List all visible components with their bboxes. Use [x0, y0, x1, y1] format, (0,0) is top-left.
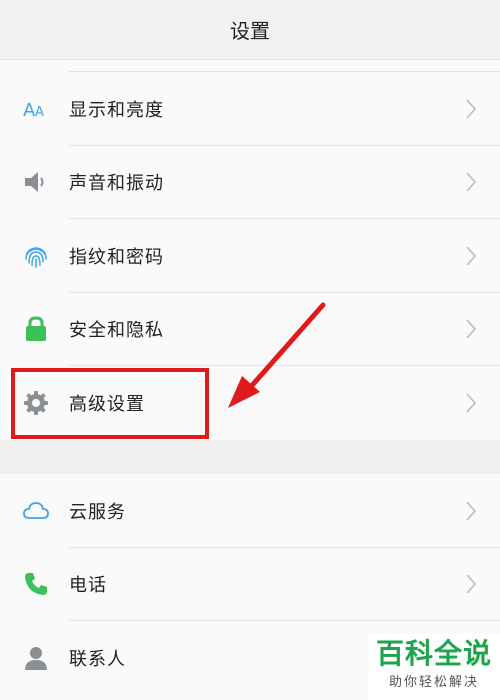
chevron-right-icon [466, 172, 477, 192]
settings-item-fingerprint-password[interactable]: 指纹和密码 [0, 219, 500, 293]
settings-item-label: 声音和振动 [69, 173, 164, 195]
lock-icon [22, 315, 50, 343]
phone-icon [22, 570, 50, 598]
settings-item-label: 联系人 [69, 648, 126, 670]
settings-item-label: 云服务 [69, 501, 126, 523]
list-top-edge [0, 60, 500, 72]
chevron-right-icon [466, 501, 477, 521]
watermark-title: 百科全说 [375, 637, 492, 670]
settings-item-label: 安全和隐私 [69, 320, 164, 342]
speaker-icon [22, 168, 50, 196]
settings-item-cloud-service[interactable]: 云服务 [0, 474, 500, 548]
title-bar: 设置 [0, 0, 500, 60]
page-title: 设置 [230, 19, 270, 43]
section-divider [0, 440, 500, 474]
annotation-highlight-box [11, 368, 209, 439]
svg-text:A: A [35, 105, 44, 120]
chevron-right-icon [466, 246, 477, 266]
chevron-right-icon [466, 574, 477, 594]
settings-item-phone[interactable]: 电话 [0, 548, 500, 622]
display-text-icon: A A [22, 95, 50, 123]
settings-item-display-brightness[interactable]: A A 显示和亮度 [0, 72, 500, 146]
fingerprint-icon [22, 242, 50, 270]
settings-item-label: 显示和亮度 [69, 99, 164, 121]
chevron-right-icon [466, 319, 477, 339]
settings-item-sound-vibration[interactable]: 声音和振动 [0, 146, 500, 220]
chevron-right-icon [466, 99, 477, 119]
watermark-logo: 百科全说 助你轻松解决 [368, 634, 500, 700]
chevron-right-icon [466, 393, 477, 413]
settings-item-security-privacy[interactable]: 安全和隐私 [0, 293, 500, 367]
watermark-subtitle: 助你轻松解决 [388, 675, 479, 690]
cloud-icon [22, 497, 50, 525]
person-icon [22, 644, 50, 672]
settings-item-label: 电话 [69, 575, 107, 597]
settings-item-label: 指纹和密码 [69, 246, 164, 268]
